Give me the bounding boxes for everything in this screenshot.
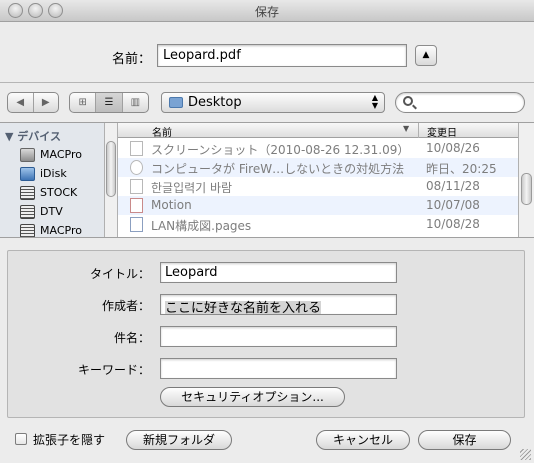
forward-arrow-icon: ▶ xyxy=(41,97,50,108)
file-date: 08/11/28 xyxy=(426,179,480,193)
file-row[interactable]: LAN構成図.pages 10/08/28 xyxy=(118,215,518,234)
file-list-scrollbar[interactable] xyxy=(518,123,534,237)
server-icon xyxy=(20,205,35,219)
collapse-browser-button[interactable]: ▲ xyxy=(415,45,437,66)
server-icon xyxy=(20,224,35,237)
file-name: スクリーンショット（2010-08-26 12.31.09） xyxy=(151,143,410,157)
save-as-row: 名前： Leopard.pdf ▲ xyxy=(0,44,534,68)
idisk-icon xyxy=(20,167,35,181)
keywords-field[interactable] xyxy=(160,358,397,379)
save-as-field[interactable]: Leopard.pdf xyxy=(157,44,407,67)
file-name: Motion xyxy=(151,198,192,212)
web-document-icon xyxy=(130,160,143,175)
file-date: 10/08/28 xyxy=(426,217,480,231)
file-row[interactable]: コンピュータが FireW…しないときの対処方法 昨日、20:25 xyxy=(118,158,518,177)
title-field[interactable]: Leopard xyxy=(160,262,397,283)
list-view-icon: ☰ xyxy=(104,97,114,108)
sidebar-item-idisk[interactable]: iDisk xyxy=(20,166,104,183)
save-button[interactable]: 保存 xyxy=(418,430,511,450)
sidebar-item-label: MACPro xyxy=(40,224,82,237)
sort-descending-icon: ▼ xyxy=(403,124,410,133)
location-popup[interactable]: Desktop ▲ ▼ xyxy=(161,92,385,113)
save-as-label: 名前： xyxy=(112,52,152,67)
popup-arrows-icon: ▲ ▼ xyxy=(371,93,378,110)
motion-file-icon xyxy=(130,198,143,213)
sidebar-item-label: STOCK xyxy=(40,186,78,199)
security-options-button[interactable]: セキュリティオプション... xyxy=(160,387,345,407)
file-list: 名前 ▼ 変更日 スクリーンショット（2010-08-26 12.31.09） … xyxy=(118,123,518,237)
file-browser: ▼ デバイス MACPro iDisk STOCK DTV MACPro 名前 … xyxy=(0,122,534,238)
hide-extension-label: 拡張子を隠す xyxy=(33,433,106,447)
subject-field[interactable] xyxy=(160,326,397,347)
image-file-icon xyxy=(130,141,143,156)
file-date: 昨日、20:25 xyxy=(426,162,497,176)
document-icon xyxy=(130,179,143,194)
title-label: タイトル： xyxy=(89,267,150,281)
author-field[interactable]: ここに好きな名前を入れる xyxy=(160,294,397,315)
back-forward-control: ◀ ▶ xyxy=(7,92,59,113)
view-mode-control: ⊞ ☰ ▥ xyxy=(69,92,149,113)
column-header-date[interactable]: 変更日 xyxy=(418,123,518,139)
sidebar-scroll-thumb[interactable] xyxy=(106,141,116,197)
file-date: 10/07/08 xyxy=(426,198,480,212)
list-view-button[interactable]: ☰ xyxy=(96,93,123,112)
sidebar-scrollbar[interactable] xyxy=(104,123,118,237)
column-header: 名前 ▼ 変更日 xyxy=(118,123,518,139)
pages-document-icon xyxy=(130,217,143,232)
separator xyxy=(0,82,534,83)
sidebar-section-devices[interactable]: ▼ デバイス xyxy=(5,128,61,144)
title-bar: 保存 xyxy=(0,0,534,22)
column-header-name[interactable]: 名前 xyxy=(152,124,172,139)
file-name: コンピュータが FireW…しないときの対処方法 xyxy=(151,162,405,176)
author-label: 作成者： xyxy=(101,299,150,313)
keywords-label: キーワード： xyxy=(77,363,150,377)
sidebar-item-label: iDisk xyxy=(40,167,67,180)
location-label: Desktop xyxy=(188,95,242,110)
sidebar-item-stock[interactable]: STOCK xyxy=(20,185,104,202)
author-value: ここに好きな名前を入れる xyxy=(165,301,322,315)
sidebar-item-dtv[interactable]: DTV xyxy=(20,204,104,221)
column-view-button[interactable]: ▥ xyxy=(123,93,148,112)
new-folder-button[interactable]: 新規フォルダ xyxy=(126,430,232,450)
column-view-icon: ▥ xyxy=(130,97,141,108)
file-name: 한글입력기 바람 xyxy=(151,181,233,195)
file-date: 10/08/26 xyxy=(426,141,480,155)
back-arrow-icon: ◀ xyxy=(16,97,25,108)
icon-view-button[interactable]: ⊞ xyxy=(70,93,97,112)
file-row[interactable]: スクリーンショット（2010-08-26 12.31.09） 10/08/26 xyxy=(118,139,518,158)
sidebar-item-label: DTV xyxy=(40,205,63,218)
resize-grip-icon[interactable] xyxy=(520,449,531,460)
hard-drive-icon xyxy=(20,148,35,162)
cancel-button[interactable]: キャンセル xyxy=(316,430,410,450)
sidebar-item-macpro[interactable]: MACPro xyxy=(20,147,104,164)
sidebar-item-macpro-2[interactable]: MACPro xyxy=(20,223,104,237)
document-properties-panel: タイトル： Leopard 作成者： ここに好きな名前を入れる 件名： キーワー… xyxy=(7,250,525,418)
icon-view-icon: ⊞ xyxy=(78,97,87,108)
file-name: LAN構成図.pages xyxy=(151,219,252,233)
file-row[interactable]: Motion 10/07/08 xyxy=(118,196,518,215)
search-icon xyxy=(403,96,413,106)
file-list-scroll-thumb[interactable] xyxy=(521,173,532,205)
sidebar: ▼ デバイス MACPro iDisk STOCK DTV MACPro xyxy=(0,123,104,237)
server-icon xyxy=(20,186,35,200)
hide-extension-checkbox[interactable] xyxy=(15,433,27,445)
back-button[interactable]: ◀ xyxy=(8,93,34,112)
file-row[interactable]: 한글입력기 바람 08/11/28 xyxy=(118,177,518,196)
window-title: 保存 xyxy=(254,5,279,19)
folder-icon xyxy=(169,97,183,108)
sidebar-item-label: MACPro xyxy=(40,148,82,161)
subject-label: 件名： xyxy=(113,331,150,345)
forward-button[interactable]: ▶ xyxy=(34,93,59,112)
search-field[interactable] xyxy=(395,92,525,113)
triangle-up-icon: ▲ xyxy=(422,50,430,60)
